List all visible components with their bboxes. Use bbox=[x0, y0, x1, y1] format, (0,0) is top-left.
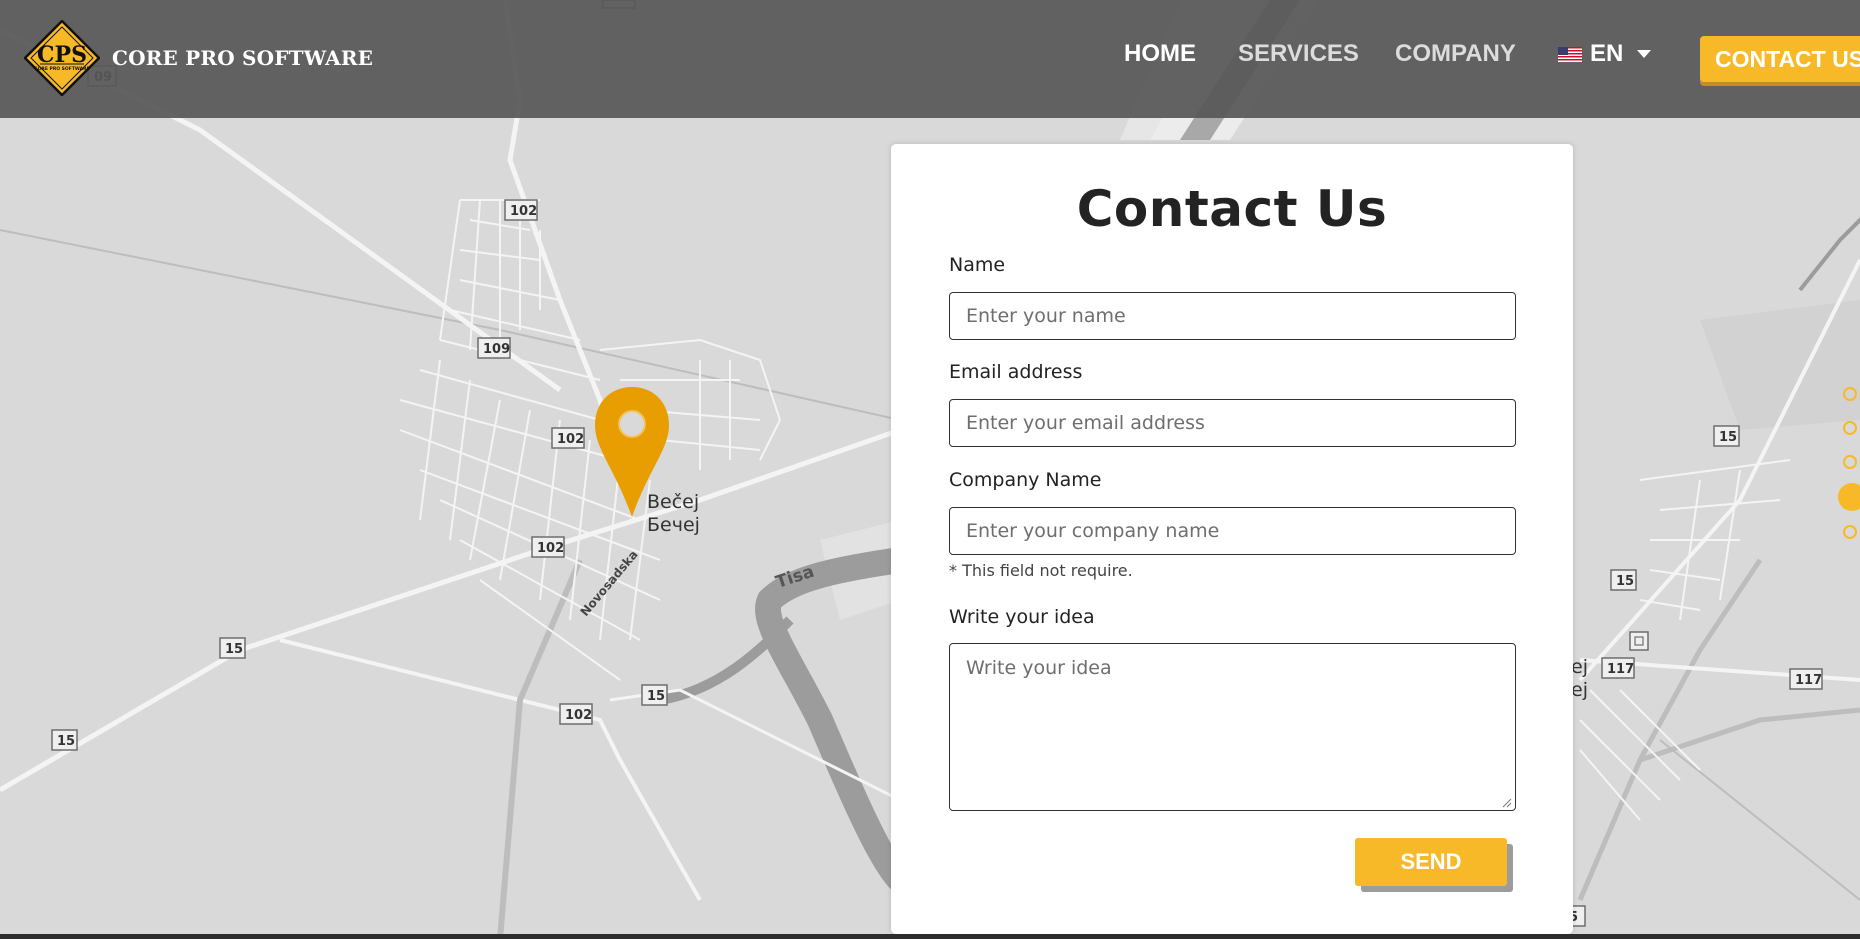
section-dot-1[interactable] bbox=[1843, 387, 1857, 401]
nav-home[interactable]: HOME bbox=[1124, 40, 1196, 68]
svg-text:102: 102 bbox=[510, 204, 537, 219]
language-label: EN bbox=[1590, 40, 1624, 67]
name-input[interactable] bbox=[949, 292, 1516, 340]
map-partial-label-1: ej bbox=[1571, 656, 1588, 678]
site-header: CPS CORE PRO SOFTWARE CORE PRO SOFTWARE … bbox=[0, 0, 1860, 118]
svg-text:117: 117 bbox=[1795, 673, 1822, 688]
nav-company[interactable]: COMPANY bbox=[1395, 40, 1516, 68]
svg-text:15: 15 bbox=[225, 642, 243, 657]
svg-text:102: 102 bbox=[537, 541, 564, 556]
section-dot-2[interactable] bbox=[1843, 421, 1857, 435]
map-place-cyrillic: Бечеј bbox=[647, 514, 700, 536]
contact-us-button[interactable]: CONTACT US bbox=[1700, 36, 1860, 82]
company-label: Company Name bbox=[949, 469, 1102, 491]
contact-form-card: Contact Us Name Email address Company Na… bbox=[891, 144, 1573, 934]
company-optional-note: * This field not require. bbox=[949, 561, 1133, 580]
svg-text:15: 15 bbox=[1719, 430, 1737, 445]
name-label: Name bbox=[949, 254, 1006, 276]
section-dot-4-active[interactable] bbox=[1838, 483, 1860, 511]
section-dot-5[interactable] bbox=[1843, 525, 1857, 539]
svg-text:109: 109 bbox=[483, 342, 510, 357]
section-dot-3[interactable] bbox=[1843, 455, 1857, 469]
idea-textarea[interactable] bbox=[949, 643, 1516, 811]
nav-services[interactable]: SERVICES bbox=[1238, 40, 1359, 68]
chevron-down-icon bbox=[1637, 50, 1652, 58]
email-label: Email address bbox=[949, 361, 1083, 383]
send-button[interactable]: SEND bbox=[1355, 838, 1507, 886]
svg-text:15: 15 bbox=[1616, 574, 1634, 589]
company-input[interactable] bbox=[949, 507, 1516, 555]
resize-handle-icon[interactable] bbox=[1502, 798, 1512, 808]
cps-logo[interactable]: CPS CORE PRO SOFTWARE bbox=[24, 20, 100, 96]
language-selector[interactable]: EN bbox=[1558, 40, 1652, 68]
form-title: Contact Us bbox=[1076, 180, 1388, 238]
svg-text:CORE PRO SOFTWARE: CORE PRO SOFTWARE bbox=[34, 66, 89, 72]
map-partial-label-2: еј bbox=[1571, 679, 1588, 701]
idea-label: Write your idea bbox=[949, 606, 1095, 628]
email-input[interactable] bbox=[949, 399, 1516, 447]
svg-text:102: 102 bbox=[557, 432, 584, 447]
svg-text:15: 15 bbox=[647, 689, 665, 704]
location-pin-icon[interactable] bbox=[593, 387, 671, 517]
us-flag-icon bbox=[1558, 46, 1582, 62]
footer-edge bbox=[0, 934, 1860, 939]
brand-name[interactable]: CORE PRO SOFTWARE bbox=[112, 46, 373, 70]
svg-text:15: 15 bbox=[57, 734, 75, 749]
svg-text:117: 117 bbox=[1607, 662, 1634, 677]
svg-text:102: 102 bbox=[565, 708, 592, 723]
